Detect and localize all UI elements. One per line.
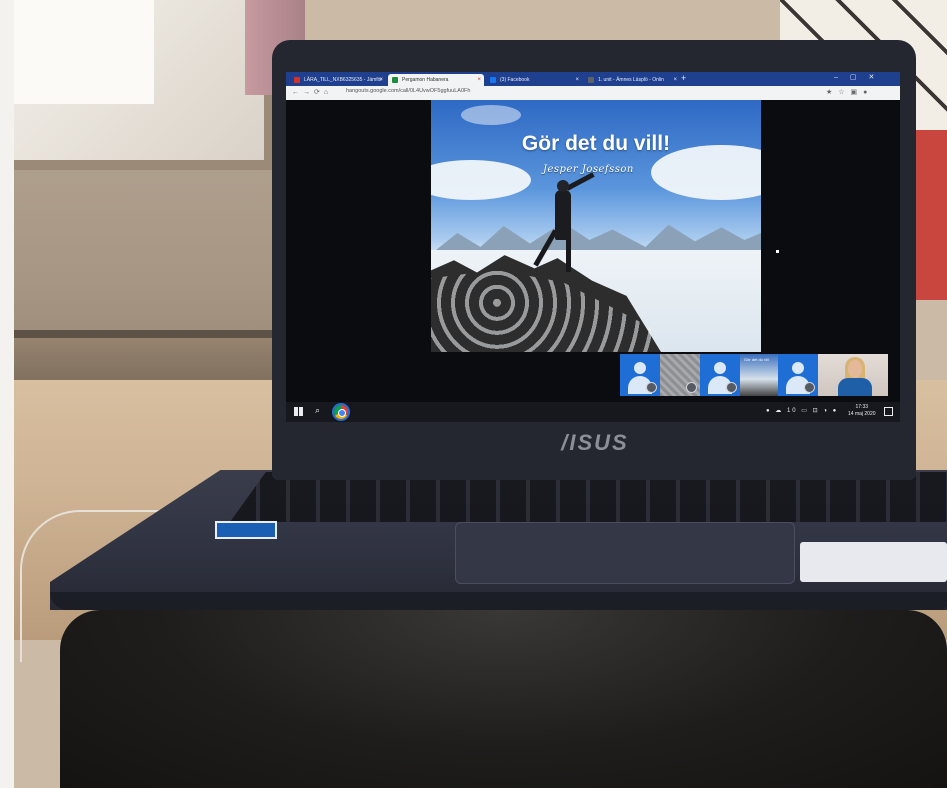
- asus-logo: /ISUS: [561, 430, 629, 455]
- system-tray-icons[interactable]: ● ☁ 10 ▭ ⊡ ◑ ●: [766, 407, 838, 414]
- mic-muted-icon: [646, 382, 657, 393]
- avatar-icon: [714, 362, 726, 374]
- participant-tile-presenting[interactable]: Gör det du vill: [740, 354, 778, 396]
- clock-time: 17:33: [855, 404, 869, 410]
- extension-icons[interactable]: ★☆▣●: [826, 88, 873, 96]
- tab-favicon-icon: [294, 77, 300, 83]
- browser-toolbar: ←→⟳⌂ hangouts.google.com/call/0L4UvwOF5g…: [286, 86, 900, 100]
- tab-label: 1. unit - Ämnes Läsplö - Onlin: [598, 77, 664, 83]
- presentation-slide: Gör det du vill! Jesper Josefsson: [431, 100, 761, 352]
- windows-start-icon[interactable]: [294, 407, 303, 416]
- tab-lara-till[interactable]: LÄRA_TILL_NXB6325635 - Jämför ×: [290, 74, 386, 86]
- participant-face: [848, 360, 862, 378]
- taskbar-clock[interactable]: 17:33 14 maj 2020: [848, 404, 876, 418]
- palmrest-sticker: [800, 542, 947, 582]
- close-icon[interactable]: ×: [575, 74, 579, 86]
- hiker-head: [557, 180, 569, 192]
- tab-unit[interactable]: 1. unit - Ämnes Läsplö - Onlin ×: [584, 74, 680, 86]
- windows-taskbar: ⌕ ● ☁ 10 ▭ ⊡ ◑ ● 17:33 14 maj 2020: [286, 402, 900, 422]
- slide-title: Gör det du vill!: [521, 132, 671, 155]
- avatar-icon: [792, 362, 804, 374]
- cloud: [431, 160, 531, 200]
- mini-slide-label: Gör det du vill: [744, 357, 769, 362]
- laptop-front-edge: [50, 592, 947, 610]
- cloud: [461, 105, 521, 125]
- mouse-cursor: [776, 250, 779, 253]
- notification-icon[interactable]: [884, 407, 893, 416]
- tab-label: LÄRA_TILL_NXB6325635 - Jämför: [304, 77, 383, 83]
- participant-camera-tile[interactable]: [818, 354, 888, 396]
- navigation-icons[interactable]: ←→⟳⌂: [292, 88, 332, 96]
- radiator-top: [14, 330, 284, 338]
- participant-tile[interactable]: [620, 354, 660, 396]
- tab-favicon-icon: [588, 77, 594, 83]
- book: [912, 130, 947, 300]
- tab-pergamon[interactable]: Pergamon Habanera ×: [388, 74, 484, 86]
- close-icon[interactable]: ×: [673, 74, 677, 86]
- black-seat: [60, 610, 947, 788]
- clock-date: 14 maj 2020: [848, 411, 876, 417]
- new-tab-button[interactable]: +: [681, 73, 686, 83]
- participant-tile[interactable]: [778, 354, 818, 396]
- tab-favicon-icon: [392, 77, 398, 83]
- tab-favicon-icon: [490, 77, 496, 83]
- chrome-icon-center: [338, 409, 346, 417]
- search-icon[interactable]: ⌕: [315, 405, 320, 416]
- participant-tile[interactable]: [660, 354, 700, 396]
- tab-label: Pergamon Habanera: [402, 77, 449, 83]
- slide-author: Jesper Josefsson: [543, 164, 634, 175]
- tab-facebook[interactable]: (3) Facebook ×: [486, 74, 582, 86]
- hiker-body: [555, 190, 571, 240]
- address-bar[interactable]: hangouts.google.com/call/0L4UvwOF5ggfuuL…: [346, 88, 470, 94]
- intel-sticker: [215, 521, 277, 539]
- photo-border: [0, 0, 14, 788]
- window-controls[interactable]: –▢✕: [834, 73, 886, 81]
- mic-muted-icon: [804, 382, 815, 393]
- close-icon[interactable]: ×: [379, 74, 383, 86]
- laptop-screen: LÄRA_TILL_NXB6325635 - Jämför × Pergamon…: [286, 72, 900, 422]
- touchpad[interactable]: [455, 522, 795, 584]
- close-icon[interactable]: ×: [477, 74, 481, 86]
- window-pane: [14, 0, 154, 104]
- mic-muted-icon: [686, 382, 697, 393]
- avatar-icon: [634, 362, 646, 374]
- mic-muted-icon: [726, 382, 737, 393]
- tab-label: (3) Facebook: [500, 77, 530, 83]
- participant-shirt: [838, 378, 872, 396]
- participant-tile[interactable]: [700, 354, 740, 396]
- browser-tab-bar: LÄRA_TILL_NXB6325635 - Jämför × Pergamon…: [286, 72, 900, 86]
